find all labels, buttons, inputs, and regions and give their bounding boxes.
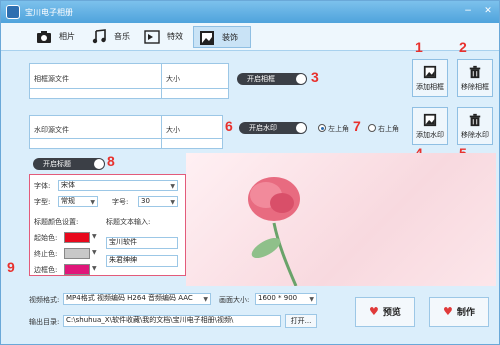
preview-canvas bbox=[186, 153, 496, 286]
minimize-button[interactable]: − bbox=[461, 4, 475, 18]
tab-effects-label: 特效 bbox=[167, 32, 183, 41]
caption-settings-panel: 字体: 宋体 ▼ 字型: 常规 ▼ 字号: 30 ▼ 标题颜色设置: 标题文本输入: … bbox=[29, 174, 186, 276]
add-frame-label: 添加相框 bbox=[416, 83, 444, 91]
frame-size-header: 大小 bbox=[166, 75, 180, 83]
frame-toggle[interactable]: 开启相框 bbox=[237, 73, 307, 85]
remove-watermark-label: 移除水印 bbox=[461, 131, 489, 139]
text-section-label: 标题文本输入: bbox=[106, 218, 151, 226]
border-color-label: 边框色: bbox=[34, 266, 58, 274]
marker-2: 2 bbox=[459, 39, 467, 55]
position-right-radio[interactable] bbox=[368, 124, 376, 132]
caption-toggle-label: 开启标题 bbox=[43, 160, 71, 168]
position-left-radio[interactable] bbox=[318, 124, 326, 132]
video-format-select[interactable]: MP4格式 视频编码 H264 音频编码 AAC ▼ bbox=[63, 293, 211, 305]
tab-decorate-label: 装饰 bbox=[222, 33, 238, 42]
marker-6: 6 bbox=[225, 118, 233, 134]
tab-photos-label: 相片 bbox=[59, 32, 75, 41]
frame-size-label: 画面大小: bbox=[219, 296, 250, 304]
output-dir-field[interactable]: C:\shuhua_X\软件收藏\我的文档\宝川电子相册\视频\ bbox=[63, 315, 281, 327]
picture-icon bbox=[423, 65, 437, 79]
remove-watermark-button[interactable]: 移除水印 bbox=[457, 107, 493, 145]
marker-1: 1 bbox=[415, 39, 423, 55]
watermark-size-header: 大小 bbox=[166, 126, 180, 134]
watermark-file-table[interactable]: 水印源文件 大小 bbox=[29, 115, 223, 149]
font-value: 宋体 bbox=[61, 181, 75, 189]
frame-toggle-label: 开启相框 bbox=[247, 75, 275, 83]
trash-icon bbox=[469, 65, 481, 79]
tab-music[interactable]: 音乐 bbox=[86, 26, 138, 48]
add-watermark-label: 添加水印 bbox=[416, 131, 444, 139]
make-button-label: 制作 bbox=[456, 308, 475, 318]
caption-text-input-1[interactable]: 宝川软件 bbox=[106, 237, 178, 249]
end-color-swatch[interactable] bbox=[64, 248, 90, 259]
marker-8: 8 bbox=[107, 153, 115, 169]
tab-effects[interactable]: 特效 bbox=[139, 26, 191, 48]
toggle-knob bbox=[296, 74, 306, 84]
frame-size-select[interactable]: 1600 * 900 ▼ bbox=[255, 293, 317, 305]
trash-icon bbox=[469, 113, 481, 127]
size-label: 字号: bbox=[112, 198, 129, 206]
tab-music-label: 音乐 bbox=[114, 32, 130, 41]
music-note-icon bbox=[92, 29, 106, 44]
tab-photos[interactable]: 相片 bbox=[31, 26, 83, 48]
watermark-toggle-label: 开启水印 bbox=[249, 124, 277, 132]
chevron-down-icon: ▼ bbox=[90, 199, 95, 206]
chevron-down-icon: ▼ bbox=[170, 183, 175, 190]
video-format-label: 视频格式: bbox=[29, 296, 60, 304]
style-value: 常规 bbox=[61, 197, 75, 205]
title-bar: 宝川电子相册 − ✕ bbox=[1, 1, 499, 23]
watermark-toggle[interactable]: 开启水印 bbox=[239, 122, 307, 134]
make-button[interactable]: ♥ 制作 bbox=[429, 297, 489, 327]
chevron-down-icon: ▼ bbox=[309, 296, 314, 303]
position-left-label: 左上角 bbox=[328, 125, 349, 133]
effects-icon bbox=[144, 30, 160, 44]
preview-button[interactable]: ♥ 预览 bbox=[355, 297, 415, 327]
chevron-down-icon: ▼ bbox=[170, 199, 175, 206]
close-button[interactable]: ✕ bbox=[481, 4, 495, 18]
color-section-label: 标题颜色设置: bbox=[34, 218, 79, 226]
marker-9: 9 bbox=[7, 259, 15, 275]
picture-icon bbox=[200, 31, 214, 45]
style-select[interactable]: 常规 ▼ bbox=[58, 196, 98, 207]
marker-3: 3 bbox=[311, 69, 319, 85]
end-color-label: 终止色: bbox=[34, 250, 58, 258]
add-watermark-button[interactable]: 添加水印 bbox=[412, 107, 448, 145]
window-title: 宝川电子相册 bbox=[25, 8, 73, 17]
app-window: 宝川电子相册 − ✕ 相片 音乐 特效 装饰 相框源文件 大小 开启相框 3 水… bbox=[0, 0, 500, 345]
position-right-label: 右上角 bbox=[378, 125, 399, 133]
frame-file-header: 相框源文件 bbox=[34, 75, 69, 83]
tab-decorate[interactable]: 装饰 bbox=[193, 26, 251, 48]
open-folder-button[interactable]: 打开... bbox=[285, 314, 317, 328]
caption-toggle[interactable]: 开启标题 bbox=[33, 158, 105, 170]
remove-frame-button[interactable]: 移除相框 bbox=[457, 59, 493, 97]
toggle-knob bbox=[94, 159, 104, 169]
rose-image bbox=[248, 177, 300, 286]
style-label: 字型: bbox=[34, 198, 51, 206]
add-frame-button[interactable]: 添加相框 bbox=[412, 59, 448, 97]
size-select[interactable]: 30 ▼ bbox=[138, 196, 178, 207]
video-format-value: MP4格式 视频编码 H264 音频编码 AAC bbox=[66, 294, 193, 302]
start-color-label: 起始色: bbox=[34, 234, 58, 242]
chevron-down-icon: ▼ bbox=[203, 296, 208, 303]
app-logo-icon bbox=[6, 5, 20, 19]
caption-text-input-2[interactable]: 朱君绅绅 bbox=[106, 255, 178, 267]
picture-icon bbox=[423, 113, 437, 127]
watermark-file-header: 水印源文件 bbox=[34, 126, 69, 134]
size-value: 30 bbox=[141, 197, 150, 205]
camera-icon bbox=[37, 31, 51, 43]
tab-bar: 相片 音乐 特效 装饰 bbox=[1, 23, 499, 51]
border-color-swatch[interactable] bbox=[64, 264, 90, 275]
font-select[interactable]: 宋体 ▼ bbox=[58, 180, 178, 191]
marker-7: 7 bbox=[353, 118, 361, 134]
output-dir-label: 输出目录: bbox=[29, 318, 60, 326]
remove-frame-label: 移除相框 bbox=[461, 83, 489, 91]
frame-size-value: 1600 * 900 bbox=[258, 294, 298, 302]
start-color-swatch[interactable] bbox=[64, 232, 90, 243]
preview-button-label: 预览 bbox=[382, 308, 401, 318]
frame-file-table[interactable]: 相框源文件 大小 bbox=[29, 63, 229, 99]
heart-icon: ♥ bbox=[443, 305, 453, 318]
toggle-knob bbox=[296, 123, 306, 133]
heart-icon: ♥ bbox=[369, 305, 379, 318]
font-label: 字体: bbox=[34, 182, 51, 190]
